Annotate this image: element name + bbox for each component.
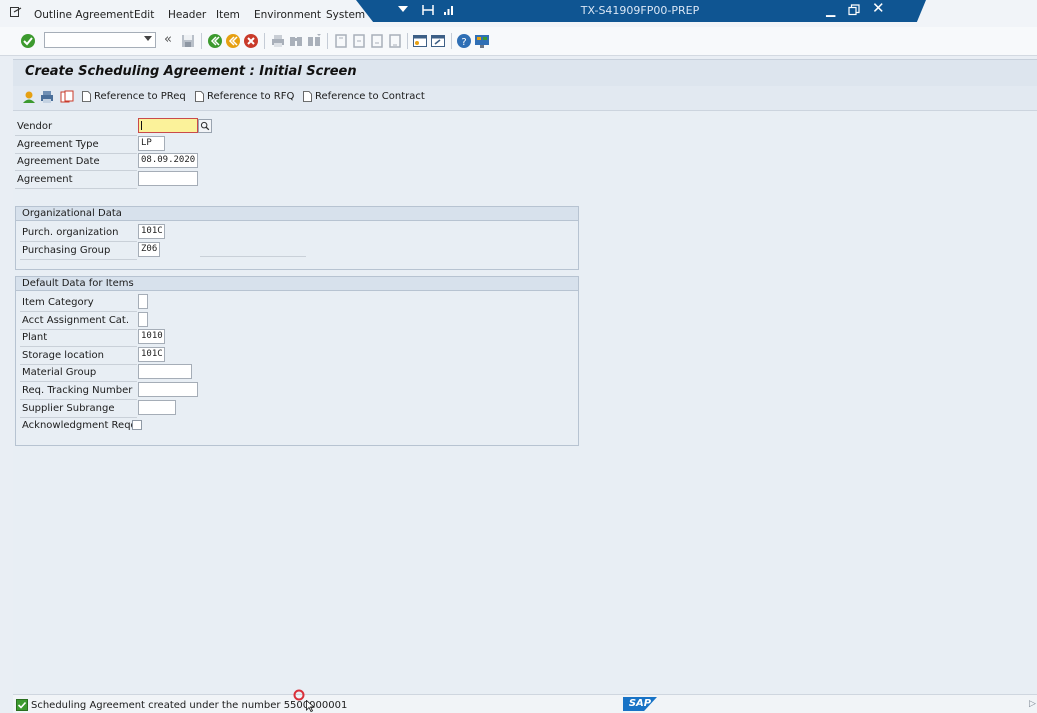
menu-item[interactable]: Item	[216, 9, 240, 21]
label-underline	[15, 153, 137, 154]
menu-environment[interactable]: Environment	[254, 9, 321, 21]
new-session-icon[interactable]	[412, 33, 428, 49]
item-category-field[interactable]	[138, 294, 148, 309]
menu-outline-agreement[interactable]: Outline Agreement	[34, 9, 134, 21]
supplier-subrange-field[interactable]	[138, 400, 176, 415]
status-message[interactable]: Scheduling Agreement created under the n…	[31, 700, 347, 711]
organizational-data-title: Organizational Data	[16, 207, 578, 221]
ack-reqd-label: Acknowledgment Reqd	[22, 420, 137, 431]
layout-pin-icon[interactable]	[422, 4, 434, 16]
save-icon[interactable]	[180, 33, 196, 49]
label-underline	[20, 259, 137, 260]
first-page-icon[interactable]	[333, 33, 349, 49]
agreement-field[interactable]	[138, 171, 198, 186]
click-indicator-icon	[293, 689, 305, 701]
vendor-info-icon[interactable]	[22, 90, 36, 104]
collapse-chevron-icon[interactable]: «	[164, 32, 172, 47]
command-field-dropdown-icon[interactable]	[144, 36, 152, 41]
reference-to-contract-button[interactable]: Reference to Contract	[303, 91, 425, 102]
label-underline	[15, 188, 137, 189]
customize-layout-icon[interactable]	[474, 33, 490, 49]
item-category-label: Item Category	[22, 297, 94, 308]
find-next-icon[interactable]	[306, 33, 322, 49]
restore-icon[interactable]	[848, 4, 860, 16]
reference-to-preq-label: Reference to PReq	[94, 91, 186, 102]
close-icon[interactable]: ✕	[872, 1, 885, 16]
menu-edit[interactable]: Edit	[134, 9, 154, 21]
reference-to-rfq-label: Reference to RFQ	[207, 91, 295, 102]
purch-group-field[interactable]: Z06	[138, 242, 160, 257]
copy-document-icon[interactable]	[60, 90, 74, 104]
back-icon[interactable]	[207, 33, 223, 49]
vendor-label: Vendor	[17, 121, 53, 132]
purch-group-description-line	[200, 256, 306, 257]
acct-assignment-label: Acct Assignment Cat.	[22, 315, 130, 326]
label-underline	[20, 329, 137, 330]
label-underline	[20, 399, 137, 400]
label-underline	[20, 417, 137, 418]
window-title: TX-S41909FP00-PREP	[580, 4, 700, 17]
minimize-icon[interactable]: ▁	[826, 3, 835, 17]
menu-exit-icon[interactable]	[10, 6, 22, 18]
plant-field[interactable]: 1010	[138, 329, 165, 344]
last-page-icon[interactable]	[387, 33, 403, 49]
purch-org-field[interactable]: 101C	[138, 224, 165, 239]
search-icon[interactable]	[198, 119, 212, 133]
reference-to-contract-label: Reference to Contract	[315, 91, 425, 102]
shortcut-icon[interactable]	[430, 33, 446, 49]
label-underline	[20, 364, 137, 365]
customize-dropdown-icon[interactable]	[398, 6, 408, 12]
material-group-label: Material Group	[22, 367, 97, 378]
plant-label: Plant	[22, 332, 48, 343]
organizational-data-group: Organizational Data	[15, 206, 579, 270]
previous-page-icon[interactable]	[351, 33, 367, 49]
mouse-pointer-icon	[306, 700, 315, 712]
agreement-date-field[interactable]: 08.09.2020	[138, 153, 198, 168]
acct-assignment-field[interactable]	[138, 312, 148, 327]
cancel-icon[interactable]	[243, 33, 259, 49]
label-underline	[20, 241, 137, 242]
command-field[interactable]	[44, 32, 156, 48]
storage-location-label: Storage location	[22, 350, 104, 361]
label-underline	[20, 346, 137, 347]
label-underline	[15, 135, 137, 136]
supplier-subrange-label: Supplier Subrange	[22, 403, 115, 414]
signal-bars-icon[interactable]	[443, 4, 455, 16]
label-underline	[15, 170, 137, 171]
page-title: Create Scheduling Agreement : Initial Sc…	[25, 64, 357, 79]
label-underline	[20, 311, 137, 312]
vendor-field[interactable]	[138, 118, 198, 133]
print-icon[interactable]	[270, 33, 286, 49]
req-tracking-label: Req. Tracking Number	[22, 385, 133, 396]
menu-header[interactable]: Header	[168, 9, 206, 21]
status-expand-icon[interactable]: ▷	[1029, 699, 1036, 709]
document-icon	[195, 91, 204, 102]
find-icon[interactable]	[288, 33, 304, 49]
material-group-field[interactable]	[138, 364, 192, 379]
storage-location-field[interactable]: 101C	[138, 347, 165, 362]
exit-icon[interactable]	[225, 33, 241, 49]
label-underline	[20, 381, 137, 382]
purch-group-label: Purchasing Group	[22, 245, 111, 256]
reference-to-rfq-button[interactable]: Reference to RFQ	[195, 91, 294, 102]
agreement-type-label: Agreement Type	[17, 139, 99, 150]
reference-to-preq-button[interactable]: Reference to PReq	[82, 91, 186, 102]
help-icon[interactable]: ?	[456, 33, 472, 49]
purch-org-label: Purch. organization	[22, 227, 119, 238]
print-preview-icon[interactable]	[40, 90, 54, 104]
svg-text:?: ?	[461, 37, 466, 48]
document-icon	[82, 91, 91, 102]
enter-checkmark-icon[interactable]	[20, 33, 36, 49]
text-cursor	[141, 121, 142, 130]
ack-reqd-checkbox[interactable]	[132, 420, 142, 430]
menu-system[interactable]: System	[326, 9, 365, 21]
default-data-items-title: Default Data for Items	[16, 277, 578, 291]
agreement-type-field[interactable]: LP	[138, 136, 165, 151]
agreement-label: Agreement	[17, 174, 73, 185]
success-check-icon	[16, 699, 28, 711]
next-page-icon[interactable]	[369, 33, 385, 49]
req-tracking-field[interactable]	[138, 382, 198, 397]
agreement-date-label: Agreement Date	[17, 156, 100, 167]
document-icon	[303, 91, 312, 102]
